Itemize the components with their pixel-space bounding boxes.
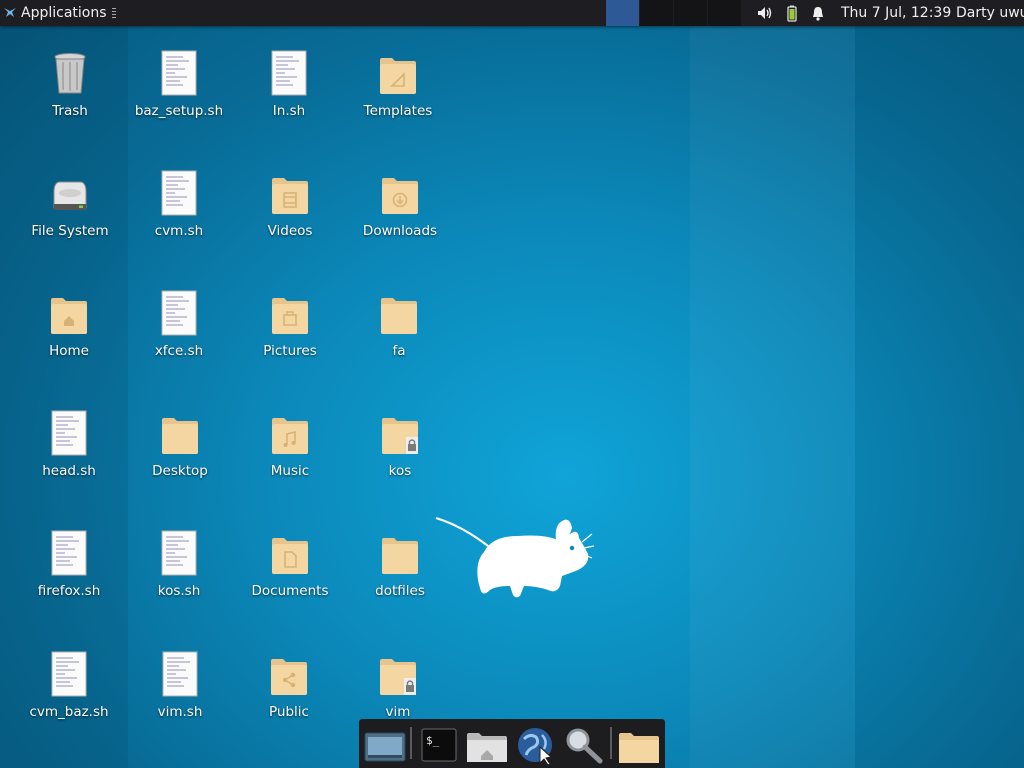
workspace-3-button[interactable] [674, 0, 707, 26]
desktop-icon-desktop-folder[interactable]: Desktop [125, 410, 235, 510]
desktop-icon-label: Music [270, 463, 310, 479]
workspace-4-button[interactable] [708, 0, 741, 26]
folder-music-icon [272, 418, 308, 454]
desktop-icon-label: fa [392, 343, 406, 359]
desktop-icon-file-system[interactable]: File System [15, 170, 125, 270]
folder-downloads-icon [382, 178, 418, 214]
desktop-icon-label: Desktop [152, 463, 208, 479]
folder-icon [381, 298, 417, 334]
desktop-icon-label: kos.sh [157, 583, 201, 599]
desktop-icon-label: Templates [363, 103, 433, 119]
folder-pictures-icon [272, 298, 308, 334]
script-file-icon [271, 50, 307, 96]
notification-bell-icon[interactable] [809, 4, 827, 22]
script-file-icon [51, 651, 87, 697]
desktop-icon-label: In.sh [272, 103, 306, 119]
dock-separator [610, 727, 612, 759]
desktop-icon-cvm-baz-sh[interactable]: cvm_baz.sh [14, 651, 124, 751]
script-file-icon [161, 170, 197, 216]
desktop-icon-kos-sh[interactable]: kos.sh [124, 530, 234, 630]
xfce-logo-icon [4, 8, 16, 17]
script-file-icon [162, 651, 198, 697]
panel-user-name[interactable]: Darty uwu [956, 0, 1024, 26]
folder-public-icon [271, 659, 307, 695]
xfce-mouse-logo [435, 516, 594, 598]
bottom-dock: $_ [359, 719, 665, 768]
desktop-icon-head-sh[interactable]: head.sh [14, 410, 124, 510]
web-browser-icon[interactable] [514, 725, 558, 765]
script-file-icon [51, 530, 87, 576]
desktop-icon-label: kos [388, 463, 412, 479]
trash-icon [54, 53, 86, 94]
folder-locked-icon [382, 418, 418, 454]
folder-locked-icon [380, 659, 416, 695]
desktop-icon-label: xfce.sh [154, 343, 204, 359]
desktop-icon-label: baz_setup.sh [134, 103, 224, 119]
top-panel: Applications Thu 7 Jul, 12:39 Darty uwu [0, 0, 1024, 26]
folder-documents-icon [272, 538, 308, 574]
desktop-icon-templates[interactable]: Templates [343, 50, 453, 150]
desktop-icon-label: Trash [52, 103, 88, 119]
folder-home-icon [51, 298, 87, 334]
workspace-2-button[interactable] [640, 0, 673, 26]
desktop-icon-trash[interactable]: Trash [15, 50, 125, 150]
desktop-icon-firefox-sh[interactable]: firefox.sh [14, 530, 124, 630]
wallpaper-band [855, 26, 1024, 768]
desktop-icon-videos[interactable]: Videos [235, 170, 345, 270]
folder-videos-icon [272, 178, 308, 214]
desktop-icon-kos[interactable]: kos [345, 410, 455, 510]
applications-menu-label: Applications [21, 5, 107, 21]
desktop-icon-in-sh[interactable]: In.sh [234, 50, 344, 150]
home-folder-icon[interactable] [465, 725, 509, 765]
desktop-icon-documents[interactable]: Documents [235, 530, 345, 630]
svg-text:$_: $_ [426, 734, 440, 747]
battery-icon[interactable] [783, 4, 801, 22]
desktop-icon-label: Videos [267, 223, 313, 239]
script-file-icon [161, 50, 197, 96]
desktop-icon-label: cvm_baz.sh [29, 704, 109, 720]
desktop-icon-label: vim [385, 704, 411, 720]
show-desktop-icon[interactable] [363, 725, 407, 765]
desktop-icon-label: Public [269, 704, 309, 720]
desktop-icon-home[interactable]: Home [14, 290, 124, 390]
desktop-icon-label: Home [49, 343, 89, 359]
desktop-icon-public[interactable]: Public [234, 651, 344, 751]
desktop-icon-label: firefox.sh [37, 583, 101, 599]
folder-icon [382, 538, 418, 574]
desktop-icon-baz-setup-sh[interactable]: baz_setup.sh [124, 50, 234, 150]
dock-separator [410, 727, 412, 759]
folder-icon [162, 418, 198, 454]
desktop-icon-label: Documents [251, 583, 329, 599]
script-file-icon [161, 290, 197, 336]
desktop-icon-label: cvm.sh [154, 223, 204, 239]
folder-icon[interactable] [617, 725, 661, 765]
workspace-1-button[interactable] [606, 0, 639, 26]
desktop-icon-fa[interactable]: fa [344, 290, 454, 390]
desktop-icon-vim-sh[interactable]: vim.sh [125, 651, 235, 751]
search-icon[interactable] [562, 725, 606, 765]
script-file-icon [161, 530, 197, 576]
script-file-icon [51, 410, 87, 456]
applications-menu-button[interactable]: Applications [2, 0, 116, 26]
desktop-icon-cvm-sh[interactable]: cvm.sh [124, 170, 234, 270]
desktop-icon-music[interactable]: Music [235, 410, 345, 510]
desktop-icon-xfce-sh[interactable]: xfce.sh [124, 290, 234, 390]
desktop-icon-label: vim.sh [157, 704, 203, 720]
desktop-icon-label: File System [31, 223, 109, 239]
folder-templates-icon [380, 58, 416, 94]
desktop-icon-label: Downloads [362, 223, 438, 239]
panel-grip-handle[interactable] [111, 8, 116, 18]
panel-clock[interactable]: Thu 7 Jul, 12:39 [841, 0, 951, 26]
desktop-icon-label: head.sh [42, 463, 96, 479]
hard-drive-icon [53, 181, 87, 210]
desktop-icon-pictures[interactable]: Pictures [235, 290, 345, 390]
terminal-icon[interactable]: $_ [418, 725, 462, 765]
wallpaper-band [690, 26, 855, 768]
volume-icon[interactable] [756, 4, 774, 22]
desktop-icon-downloads[interactable]: Downloads [345, 170, 455, 270]
desktop-icon-label: Pictures [263, 343, 317, 359]
